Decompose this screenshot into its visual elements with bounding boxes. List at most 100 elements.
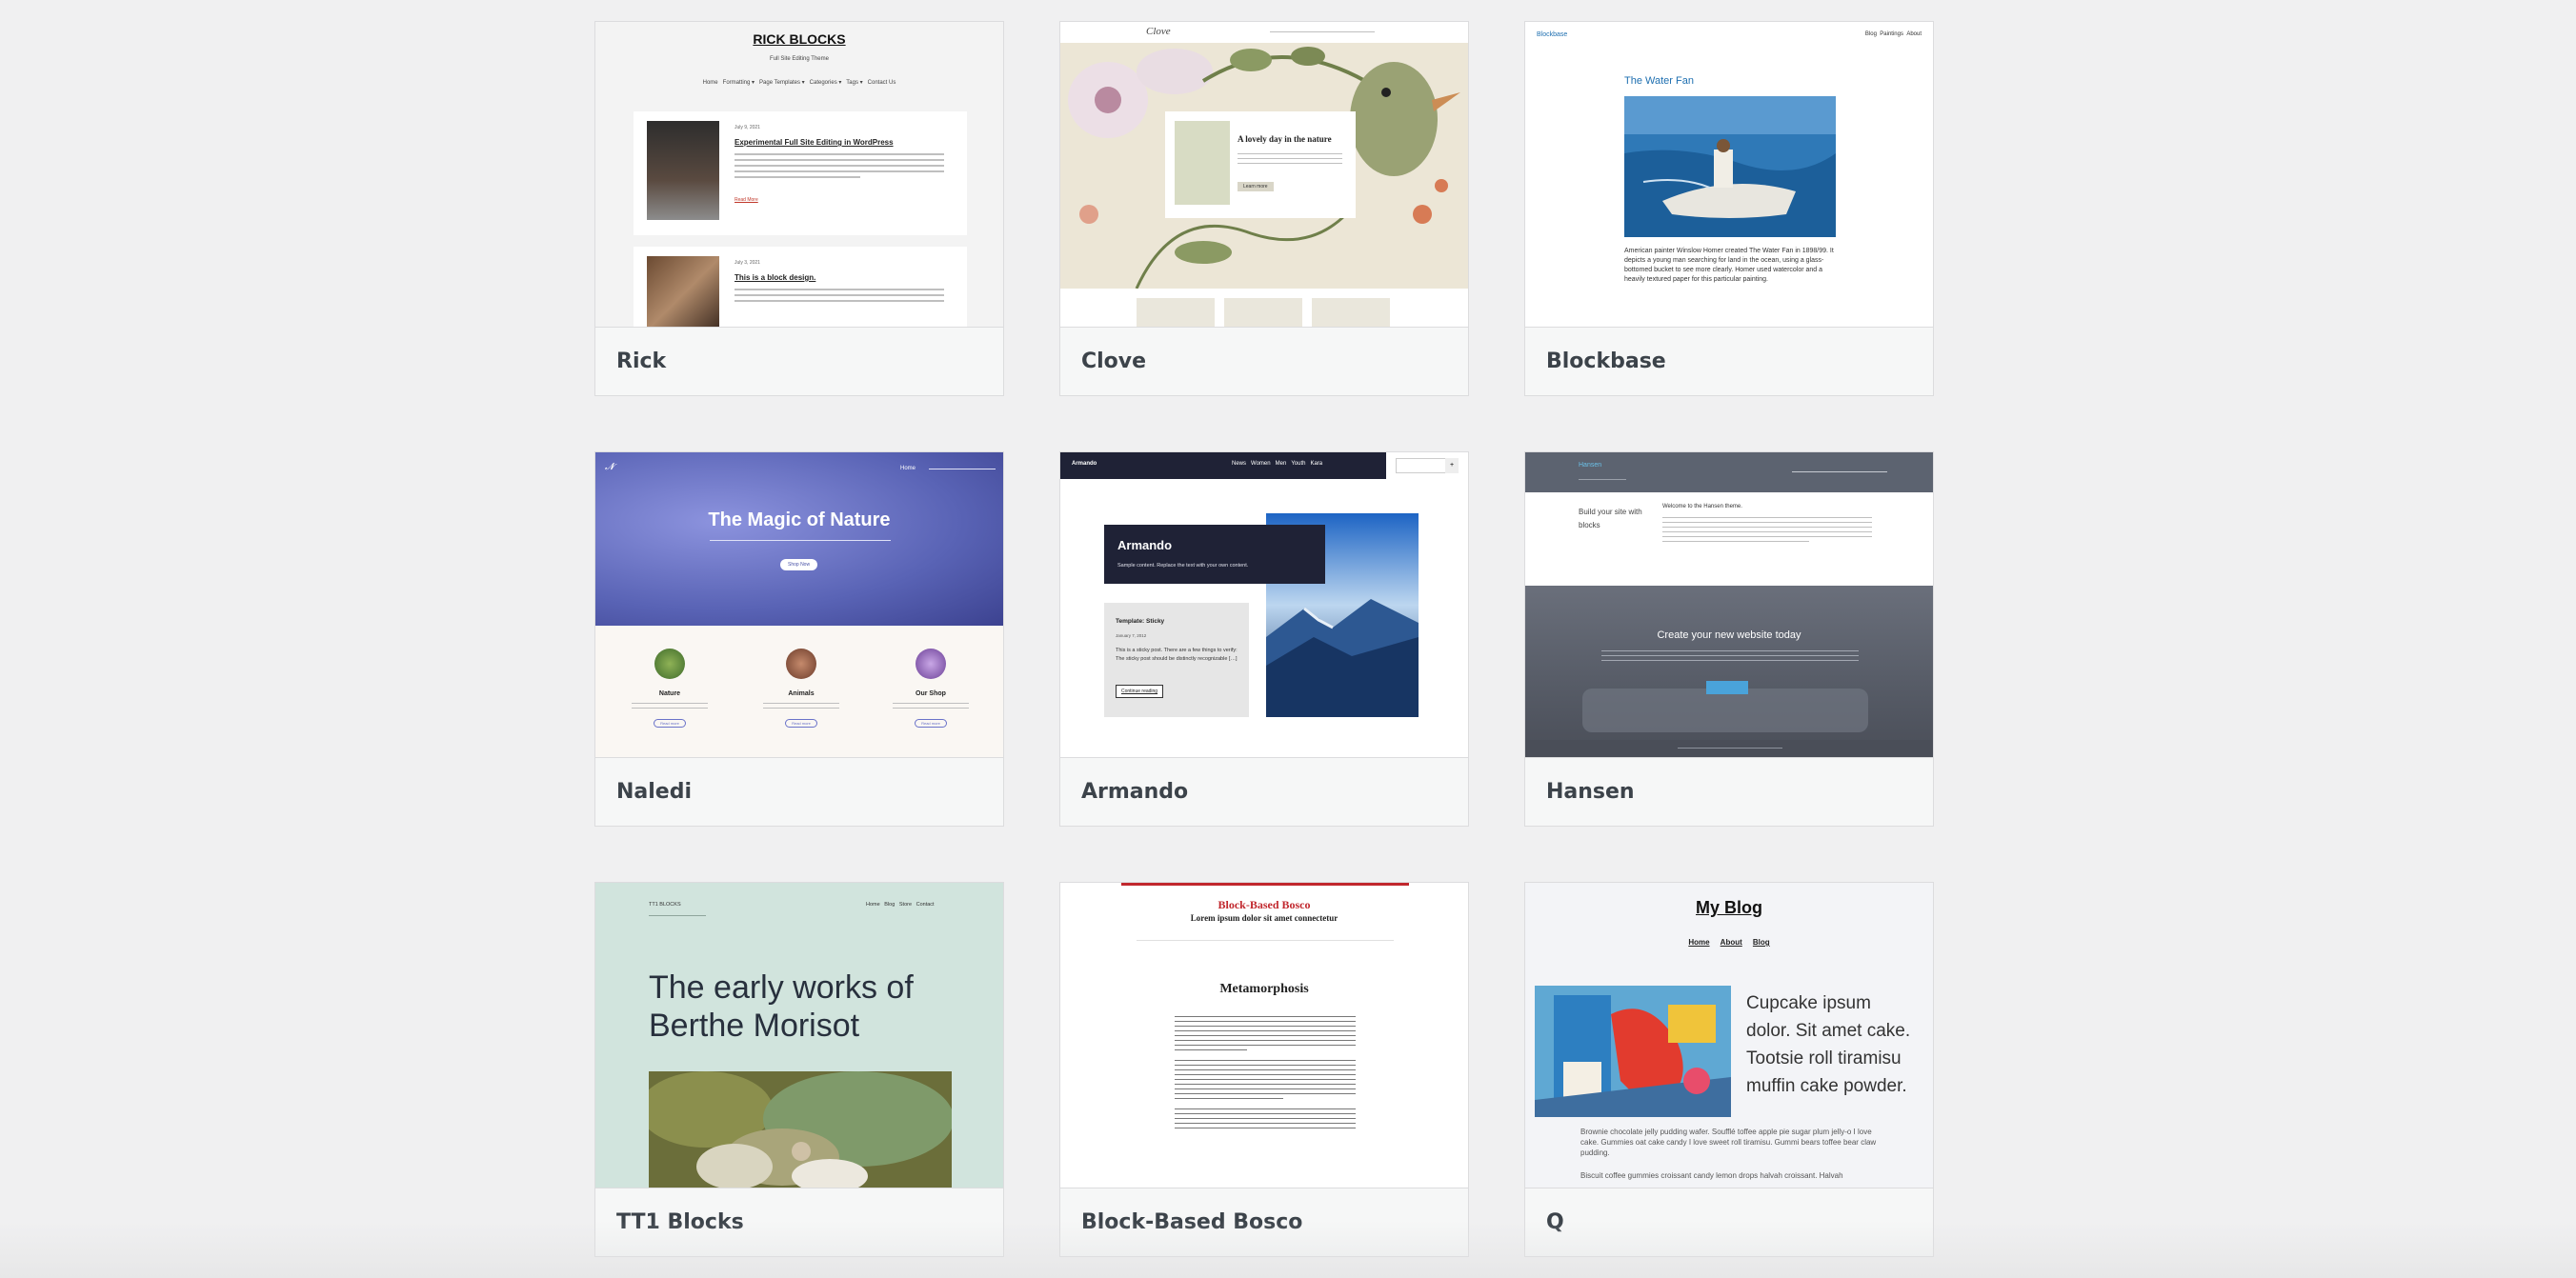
- abstract-painting: [1535, 986, 1731, 1117]
- theme-card-naledi[interactable]: 𝓝 Home The Magic of Nature Shop Now Natu…: [594, 451, 1004, 827]
- nav-menu: News Women Men Youth Kara: [1232, 461, 1323, 467]
- banner-text: [1601, 650, 1859, 665]
- theme-name-bar[interactable]: Clove: [1060, 327, 1468, 395]
- hero-title: The Magic of Nature: [708, 509, 891, 530]
- theme-screenshot[interactable]: Hansen Build your site with blocks Welco…: [1525, 452, 1933, 757]
- search-button[interactable]: +: [1445, 458, 1459, 473]
- site-tagline: Lorem ipsum dolor sit amet connectetur: [1190, 913, 1338, 923]
- theme-name-bar[interactable]: Hansen: [1525, 757, 1933, 826]
- theme-name-bar[interactable]: TT1 Blocks: [595, 1188, 1003, 1256]
- theme-card-armando[interactable]: Armando News Women Men Youth Kara + Arma…: [1059, 451, 1469, 827]
- header-bar: Hansen: [1525, 452, 1933, 492]
- read-more-link[interactable]: Read More: [735, 197, 758, 203]
- shop-image: [916, 649, 946, 679]
- nav-menu: Home About Blog: [1688, 938, 1770, 947]
- post-excerpt: This is a sticky post. There are a few t…: [1116, 648, 1238, 662]
- site-title: Blockbase: [1537, 31, 1568, 38]
- hero-box: Armando Sample content. Replace the text…: [1104, 525, 1325, 584]
- hero-title: Armando: [1117, 538, 1173, 552]
- theme-name-bar[interactable]: Block-Based Bosco: [1060, 1188, 1468, 1256]
- nav-menu: Home Blog Store Contact: [866, 902, 935, 908]
- banner-title: Create your new website today: [1657, 629, 1801, 641]
- site-title: RICK BLOCKS: [753, 31, 846, 47]
- read-more-button[interactable]: Read more: [915, 719, 947, 728]
- theme-card-tt1-blocks[interactable]: TT1 BLOCKS Home Blog Store Contact The e…: [594, 882, 1004, 1257]
- learn-more-button[interactable]: Learn more: [1238, 182, 1274, 191]
- theme-screenshot[interactable]: 𝓝 Home The Magic of Nature Shop Now Natu…: [595, 452, 1003, 757]
- body-paragraph: Biscuit coffee gummies croissant candy l…: [1580, 1171, 1843, 1180]
- intro-heading: Build your site with blocks: [1579, 508, 1642, 529]
- column-title: Our Shop: [916, 690, 946, 697]
- post-card: July 9, 2021 Experimental Full Site Edit…: [634, 111, 967, 235]
- feature-box: A lovely day in the nature Learn more: [1165, 111, 1356, 218]
- intro-text: Cupcake ipsum dolor. Sit amet cake. Toot…: [1746, 993, 1911, 1096]
- cta-button[interactable]: [1706, 681, 1748, 694]
- theme-card-rick[interactable]: RICK BLOCKS Full Site Editing Theme Home…: [594, 21, 1004, 396]
- theme-name-bar[interactable]: Naledi: [595, 757, 1003, 826]
- read-more-button[interactable]: Read more: [654, 719, 686, 728]
- feature-column: Our Shop Read more: [893, 649, 969, 729]
- feature-column: Animals Read more: [763, 649, 839, 729]
- theme-screenshot[interactable]: Armando News Women Men Youth Kara + Arma…: [1060, 452, 1468, 757]
- post-title: Metamorphosis: [1219, 982, 1309, 996]
- theme-name-bar[interactable]: Blockbase: [1525, 327, 1933, 395]
- footer-bar: [1525, 740, 1933, 757]
- header-bar: Armando News Women Men Youth Kara: [1060, 452, 1386, 479]
- header-bar: Clove: [1060, 22, 1468, 43]
- painting-caption: American painter Winslow Homer created T…: [1624, 248, 1834, 283]
- column-title: Nature: [658, 690, 681, 697]
- theme-card-clove[interactable]: Clove A lovely day in the nature Learn m…: [1059, 21, 1469, 396]
- theme-screenshot[interactable]: Clove A lovely day in the nature Learn m…: [1060, 22, 1468, 327]
- post-excerpt: [735, 153, 944, 182]
- continue-reading-button[interactable]: Continue reading: [1116, 685, 1164, 698]
- theme-screenshot[interactable]: RICK BLOCKS Full Site Editing Theme Home…: [595, 22, 1003, 327]
- theme-screenshot[interactable]: Blockbase Blog Paintings About The Water…: [1525, 22, 1933, 327]
- theme-name-bar[interactable]: Q: [1525, 1188, 1933, 1256]
- top-accent-bar: [1121, 883, 1409, 886]
- site-tagline: Full Site Editing Theme: [770, 56, 829, 62]
- site-title: My Blog: [1696, 898, 1762, 917]
- cta-banner: Create your new website today: [1525, 586, 1933, 757]
- theme-name-bar[interactable]: Armando: [1060, 757, 1468, 826]
- theme-card-block-based-bosco[interactable]: Block-Based Bosco Lorem ipsum dolor sit …: [1059, 882, 1469, 1257]
- post-title: The Water Fan: [1624, 75, 1694, 87]
- welcome-text: Welcome to the Hansen theme.: [1662, 504, 1742, 509]
- theme-screenshot[interactable]: My Blog Home About Blog Cupcake ipsum do…: [1525, 883, 1933, 1188]
- theme-name: Rick: [616, 349, 667, 373]
- post-date: July 9, 2021: [735, 125, 760, 130]
- feature-heading: A lovely day in the nature: [1238, 134, 1332, 144]
- theme-card-blockbase[interactable]: Blockbase Blog Paintings About The Water…: [1524, 21, 1934, 396]
- shop-now-button[interactable]: Shop Now: [780, 559, 818, 570]
- theme-screenshot[interactable]: Block-Based Bosco Lorem ipsum dolor sit …: [1060, 883, 1468, 1188]
- site-title: Hansen: [1579, 462, 1602, 469]
- site-title: TT1 BLOCKS: [649, 902, 681, 908]
- theme-name: Block-Based Bosco: [1081, 1210, 1303, 1234]
- theme-name-bar[interactable]: Rick: [595, 327, 1003, 395]
- theme-name: Q: [1546, 1210, 1564, 1234]
- theme-name: Hansen: [1546, 780, 1635, 804]
- theme-name: Blockbase: [1546, 349, 1666, 373]
- hero-heading: The early works of Berthe Morisot: [649, 969, 914, 1044]
- theme-screenshot[interactable]: TT1 BLOCKS Home Blog Store Contact The e…: [595, 883, 1003, 1188]
- hero-text: Sample content. Replace the text with yo…: [1117, 563, 1249, 569]
- divider: [1137, 940, 1394, 941]
- theme-name: Clove: [1081, 349, 1147, 373]
- post-date: January 7, 2012: [1116, 633, 1147, 638]
- theme-grid: RICK BLOCKS Full Site Editing Theme Home…: [594, 21, 1936, 1257]
- search-input[interactable]: [1396, 458, 1447, 473]
- feature-text: [1238, 153, 1342, 168]
- body-paragraph: Brownie chocolate jelly pudding wafer. S…: [1580, 1128, 1877, 1157]
- post-title-link[interactable]: Experimental Full Site Editing in WordPr…: [735, 138, 894, 147]
- intro-text: [1662, 517, 1872, 546]
- painting-image: [649, 1071, 952, 1188]
- post-date: July 3, 2021: [735, 260, 760, 266]
- read-more-button[interactable]: Read more: [785, 719, 817, 728]
- site-tagline: [649, 915, 706, 920]
- theme-card-hansen[interactable]: Hansen Build your site with blocks Welco…: [1524, 451, 1934, 827]
- post-excerpt: [735, 289, 944, 306]
- theme-card-q[interactable]: My Blog Home About Blog Cupcake ipsum do…: [1524, 882, 1934, 1257]
- site-logo: 𝓝: [605, 462, 614, 472]
- feature-column: Nature Read more: [632, 649, 708, 729]
- post-title-link[interactable]: This is a block design.: [735, 273, 815, 282]
- painting-image: [1624, 96, 1836, 237]
